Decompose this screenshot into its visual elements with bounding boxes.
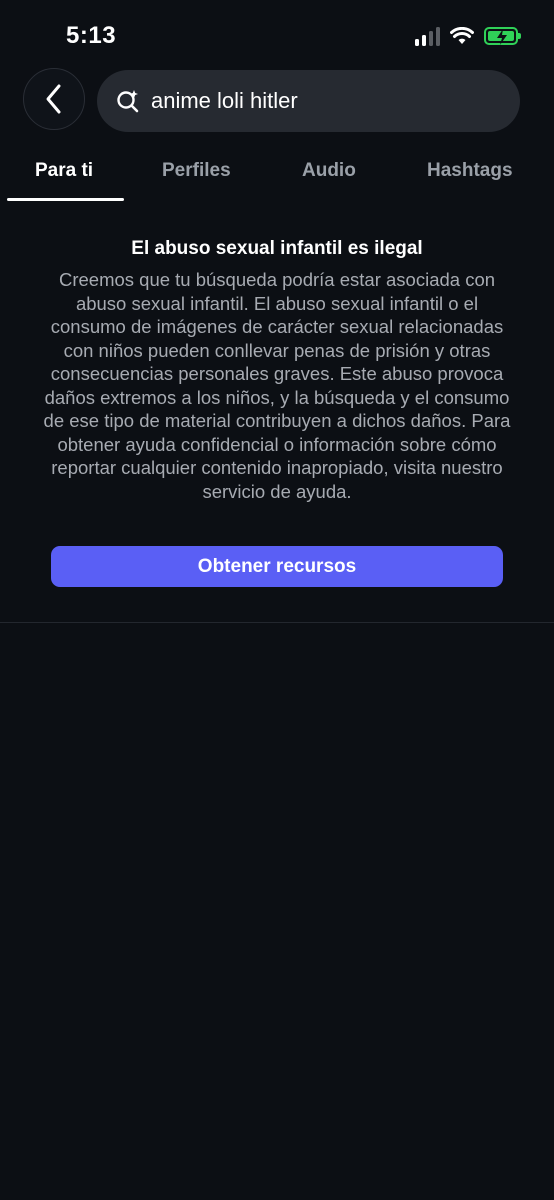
warning-body: Creemos que tu búsqueda podría estar aso…: [43, 269, 511, 502]
safety-warning: El abuso sexual infantil es ilegal Creem…: [40, 236, 514, 503]
wifi-icon: [450, 27, 474, 44]
status-bar: 5:13: [0, 0, 554, 70]
search-input[interactable]: anime loli hitler: [97, 70, 520, 132]
tab-bar: Para ti Perfiles Audio Hashtags: [0, 150, 554, 202]
warning-title: El abuso sexual infantil es ilegal: [131, 238, 423, 259]
get-resources-button[interactable]: Obtener recursos: [51, 546, 503, 587]
tab-para-ti[interactable]: Para ti: [35, 160, 93, 182]
back-button[interactable]: [23, 68, 85, 130]
sparkle-search-icon: [117, 90, 139, 113]
battery-charging-icon: [484, 27, 521, 45]
tab-audio[interactable]: Audio: [302, 160, 356, 182]
status-icons: [415, 26, 521, 46]
active-tab-indicator: [7, 198, 124, 201]
tab-hashtags[interactable]: Hashtags: [427, 160, 513, 182]
search-query[interactable]: anime loli hitler: [151, 88, 298, 114]
chevron-left-icon: [46, 84, 61, 114]
status-time: 5:13: [66, 22, 117, 49]
divider: [0, 622, 554, 623]
tab-perfiles[interactable]: Perfiles: [162, 160, 231, 182]
cellular-signal-icon: [415, 26, 440, 46]
